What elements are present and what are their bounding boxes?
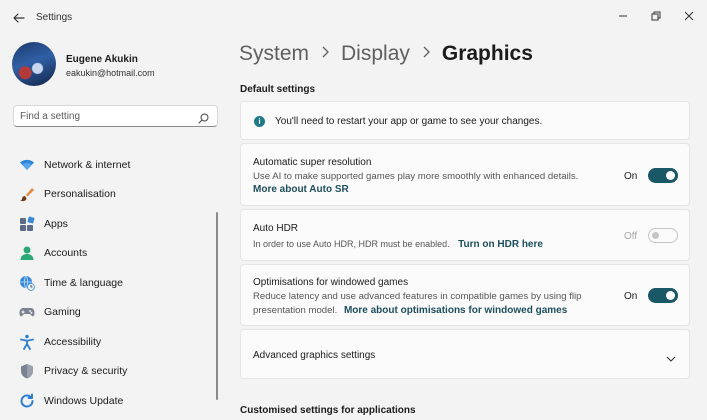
sidebar-item-label: Network & internet xyxy=(44,158,131,171)
sidebar-item-time-language[interactable]: Time & language xyxy=(13,268,213,298)
user-name: Eugene Akukin xyxy=(66,54,138,65)
sidebar-item-windows-update[interactable]: Windows Update xyxy=(13,386,213,416)
breadcrumb-display[interactable]: Display xyxy=(341,42,410,66)
minimize-button[interactable] xyxy=(612,5,634,27)
auto-sr-toggle[interactable] xyxy=(648,168,678,183)
globe-clock-icon xyxy=(19,275,35,291)
windowed-games-description-line1: Reduce latency and use advanced features… xyxy=(253,291,582,302)
sidebar-item-personalisation[interactable]: Personalisation xyxy=(13,180,213,210)
sidebar-item-label: Windows Update xyxy=(44,394,124,407)
gamepad-icon xyxy=(19,304,35,320)
windowed-games-description-line2: presentation model. More about optimisat… xyxy=(253,304,567,318)
page-title: Graphics xyxy=(441,42,533,65)
auto-sr-link[interactable]: More about Auto SR xyxy=(253,184,349,195)
breadcrumb: System Display Graphics xyxy=(239,42,533,66)
wifi-icon xyxy=(19,157,35,173)
window-title: Settings xyxy=(36,12,73,23)
chevron-right-icon xyxy=(321,45,329,61)
turn-on-hdr-link[interactable]: Turn on HDR here xyxy=(458,239,543,250)
auto-hdr-toggle[interactable] xyxy=(648,228,678,243)
chevron-down-icon[interactable] xyxy=(666,351,676,362)
sidebar-item-accessibility[interactable]: Accessibility xyxy=(13,327,213,357)
sidebar-item-apps[interactable]: Apps xyxy=(13,209,213,239)
brush-icon xyxy=(19,186,35,202)
restart-info-card: i You'll need to restart your app or gam… xyxy=(240,101,690,140)
section-title-custom: Customised settings for applications xyxy=(240,405,416,416)
auto-sr-state-label: On xyxy=(624,171,638,182)
sidebar-item-accounts[interactable]: Accounts xyxy=(13,239,213,269)
sidebar-item-privacy[interactable]: Privacy & security xyxy=(13,357,213,387)
sidebar-item-label: Time & language xyxy=(44,276,123,289)
auto-sr-description: Use AI to make supported games play more… xyxy=(253,171,579,182)
close-button[interactable] xyxy=(678,5,700,27)
search-icon[interactable] xyxy=(198,111,209,124)
sidebar-item-gaming[interactable]: Gaming xyxy=(13,298,213,328)
minimize-icon xyxy=(619,15,627,17)
title-bar: Settings xyxy=(0,0,707,34)
back-arrow-icon[interactable] xyxy=(9,8,29,28)
info-icon: i xyxy=(254,116,265,127)
windowed-games-toggle[interactable] xyxy=(648,288,678,303)
sidebar-item-label: Gaming xyxy=(44,306,81,319)
auto-sr-title: Automatic super resolution xyxy=(253,157,372,168)
toggle-knob xyxy=(652,232,659,239)
accessibility-icon xyxy=(19,334,35,350)
avatar[interactable] xyxy=(12,42,56,86)
toggle-knob xyxy=(666,291,675,300)
sidebar-item-label: Apps xyxy=(44,217,68,230)
auto-hdr-description: In order to use Auto HDR, HDR must be en… xyxy=(253,237,543,252)
sidebar-item-label: Accessibility xyxy=(44,335,102,348)
chevron-right-icon xyxy=(422,45,430,61)
auto-hdr-state-label: Off xyxy=(624,231,638,242)
sidebar-nav: Network & internet Personalisation Apps … xyxy=(13,150,213,416)
search-input[interactable] xyxy=(20,109,190,124)
maximize-button[interactable] xyxy=(645,5,667,27)
apps-icon xyxy=(19,216,35,232)
windowed-games-link[interactable]: More about optimisations for windowed ga… xyxy=(344,305,567,316)
auto-hdr-desc-text: In order to use Auto HDR, HDR must be en… xyxy=(253,239,450,249)
windowed-games-card: Optimisations for windowed games Reduce … xyxy=(240,264,690,326)
info-text: You'll need to restart your app or game … xyxy=(275,116,543,127)
user-email: eakukin@hotmail.com xyxy=(66,68,155,78)
section-title-default: Default settings xyxy=(240,84,316,95)
advanced-graphics-card[interactable]: Advanced graphics settings xyxy=(240,329,690,379)
sidebar-item-label: Accounts xyxy=(44,247,88,260)
advanced-graphics-title: Advanced graphics settings xyxy=(253,350,376,361)
auto-sr-card: Automatic super resolution Use AI to mak… xyxy=(240,143,690,206)
windowed-games-state-label: On xyxy=(624,291,638,302)
restore-icon xyxy=(651,11,661,21)
toggle-knob xyxy=(666,171,675,180)
sidebar-item-network[interactable]: Network & internet xyxy=(13,150,213,180)
sidebar-scrollbar[interactable] xyxy=(216,212,218,400)
person-icon xyxy=(19,245,35,261)
auto-hdr-card: Auto HDR In order to use Auto HDR, HDR m… xyxy=(240,209,690,261)
auto-hdr-title: Auto HDR xyxy=(253,223,299,234)
breadcrumb-system[interactable]: System xyxy=(239,42,309,66)
sidebar-item-label: Privacy & security xyxy=(44,365,128,378)
update-icon xyxy=(19,393,35,409)
sidebar-item-label: Personalisation xyxy=(44,188,116,201)
search-box[interactable] xyxy=(13,105,218,127)
shield-icon xyxy=(19,363,35,379)
windowed-games-desc-text: presentation model. xyxy=(253,305,338,316)
close-icon xyxy=(684,11,694,21)
windowed-games-title: Optimisations for windowed games xyxy=(253,277,409,288)
